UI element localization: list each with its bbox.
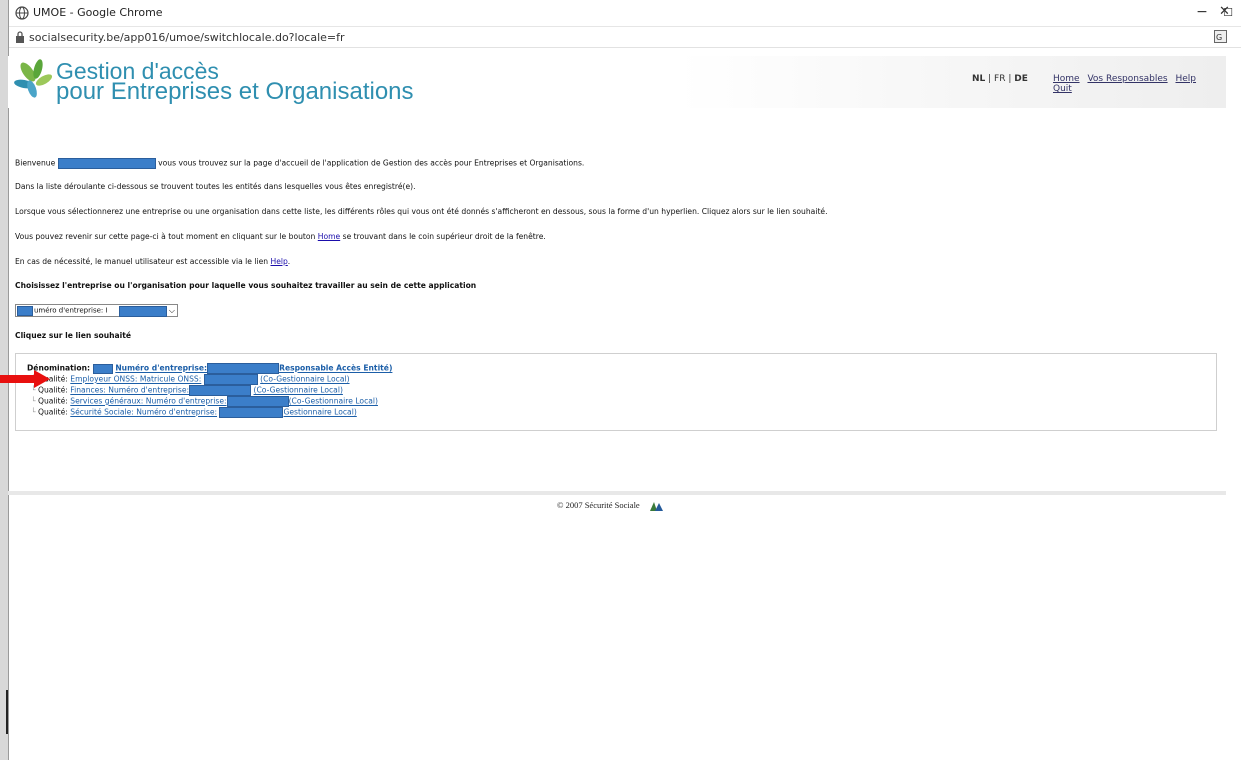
title-bar: UMOE - Google Chrome − ☐ ✕ xyxy=(9,0,1241,27)
translate-icon[interactable]: G xyxy=(1214,30,1227,43)
top-nav: Home Vos Responsables Help Quit xyxy=(1053,74,1226,94)
lang-separator: | xyxy=(1005,74,1015,84)
svg-text:G: G xyxy=(1216,33,1222,42)
lang-de[interactable]: DE xyxy=(1014,74,1028,84)
welcome-prefix: Bienvenue xyxy=(15,158,56,168)
page: Gestion d'accès pour Entreprises et Orga… xyxy=(8,56,1226,108)
redacted-number xyxy=(219,407,284,418)
window-edge xyxy=(6,690,8,734)
globe-icon xyxy=(15,6,29,20)
intro-line-3: Lorsque vous sélectionnerez une entrepri… xyxy=(15,207,828,216)
redacted-matricule xyxy=(203,374,258,385)
entity-number-link[interactable]: Numéro d'entreprise: xyxy=(115,364,207,373)
home-link[interactable]: Home xyxy=(1053,74,1080,84)
line4-prefix: Vous pouvez revenir sur cette page-ci à … xyxy=(15,232,316,241)
vos-responsables-link[interactable]: Vos Responsables xyxy=(1087,74,1167,84)
role-row: └ Qualité: Finances: Numéro d'entreprise… xyxy=(31,385,343,396)
role-row: └ Qualité: Services généraux: Numéro d'e… xyxy=(31,396,378,407)
tree-connector: └ xyxy=(31,396,36,406)
select-value: uméro d'entreprise: I xyxy=(34,306,108,315)
redacted-number xyxy=(226,396,289,407)
tree-connector: └ xyxy=(31,407,36,417)
lang-nl[interactable]: NL xyxy=(972,74,985,84)
quit-link[interactable]: Quit xyxy=(1053,84,1072,94)
redacted-select-number xyxy=(119,306,167,317)
entity-select[interactable]: uméro d'entreprise: I ⌵ xyxy=(15,304,178,317)
footer-copyright: © 2007 Sécurité Sociale xyxy=(557,500,640,510)
roles-panel: Dénomination: Numéro d'entreprise: Respon… xyxy=(15,353,1217,431)
url-text[interactable]: socialsecurity.be/app016/umoe/switchloca… xyxy=(29,31,345,44)
minimize-button[interactable]: − xyxy=(1189,4,1215,20)
intro-line-4: Vous pouvez revenir sur cette page-ci à … xyxy=(15,232,546,241)
role-link-gestionnaire[interactable]: Gestionnaire Local) xyxy=(283,408,356,417)
redacted-username xyxy=(57,158,156,169)
line5-suffix: . xyxy=(287,257,291,266)
redacted-entity-number xyxy=(207,363,280,374)
role-link-co-gestionnaire[interactable]: (Co-Gestionnaire Local) xyxy=(254,386,343,395)
choose-heading: Choisissez l'entreprise ou l'organisatio… xyxy=(15,281,477,290)
brand-subtitle: pour Entreprises et Organisations xyxy=(56,78,414,105)
line5-prefix: En cas de nécessité, le manuel utilisate… xyxy=(15,257,269,266)
lock-icon xyxy=(16,31,24,43)
page-header: Gestion d'accès pour Entreprises et Orga… xyxy=(8,56,1226,108)
welcome-line: Bienvenue vous vous trouvez sur la page … xyxy=(15,158,584,169)
language-switcher: NL | FR | DE xyxy=(972,74,1028,84)
role-label: Qualité: xyxy=(38,396,68,406)
window-title: UMOE - Google Chrome xyxy=(33,6,163,19)
welcome-suffix: vous vous trouvez sur la page d'accueil … xyxy=(158,158,585,168)
role-link-services-generaux[interactable]: Services généraux: Numéro d'entreprise: xyxy=(70,397,226,406)
lang-separator: | xyxy=(985,74,995,84)
help-link[interactable]: Help xyxy=(1175,74,1196,84)
footer: © 2007 Sécurité Sociale xyxy=(557,500,664,511)
lang-fr[interactable]: FR xyxy=(994,74,1005,84)
role-link-co-gestionnaire[interactable]: (Co-Gestionnaire Local) xyxy=(289,397,378,406)
responsable-link[interactable]: Responsable Accès Entité) xyxy=(279,364,392,373)
role-label: Qualité: xyxy=(38,407,68,417)
line4-suffix: se trouvant dans le coin supérieur droit… xyxy=(342,232,546,241)
intro-line-2: Dans la liste déroulante ci-dessous se t… xyxy=(15,182,416,191)
inline-help-link[interactable]: Help xyxy=(270,257,287,266)
role-link-securite-sociale[interactable]: Sécurité Sociale: Numéro d'entreprise: xyxy=(70,408,217,417)
intro-line-5: En cas de nécessité, le manuel utilisate… xyxy=(15,257,290,266)
redacted-number xyxy=(189,385,252,396)
role-link-employeur-onss[interactable]: Employeur ONSS: Matricule ONSS: xyxy=(70,375,201,384)
red-arrow-icon xyxy=(0,370,50,388)
inline-home-link[interactable]: Home xyxy=(318,232,340,241)
denomination-row: Dénomination: Numéro d'entreprise: Respon… xyxy=(27,363,392,374)
click-heading: Cliquez sur le lien souhaité xyxy=(15,331,132,340)
close-button-visible[interactable]: ✕ xyxy=(1219,4,1230,19)
role-row: └ Qualité: Employeur ONSS: Matricule ONS… xyxy=(31,374,350,385)
chevron-down-icon: ⌵ xyxy=(168,306,175,315)
role-link-co-gestionnaire[interactable]: (Co-Gestionnaire Local) xyxy=(260,375,349,384)
role-link-finances[interactable]: Finances: Numéro d'entreprise: xyxy=(70,386,189,395)
redacted-name xyxy=(92,363,113,374)
footer-divider xyxy=(8,491,1226,495)
address-bar[interactable]: socialsecurity.be/app016/umoe/switchloca… xyxy=(9,27,1241,48)
role-row: └ Qualité: Sécurité Sociale: Numéro d'en… xyxy=(31,407,357,418)
redacted-select-prefix xyxy=(17,306,33,316)
social-security-logo-icon xyxy=(649,501,663,511)
